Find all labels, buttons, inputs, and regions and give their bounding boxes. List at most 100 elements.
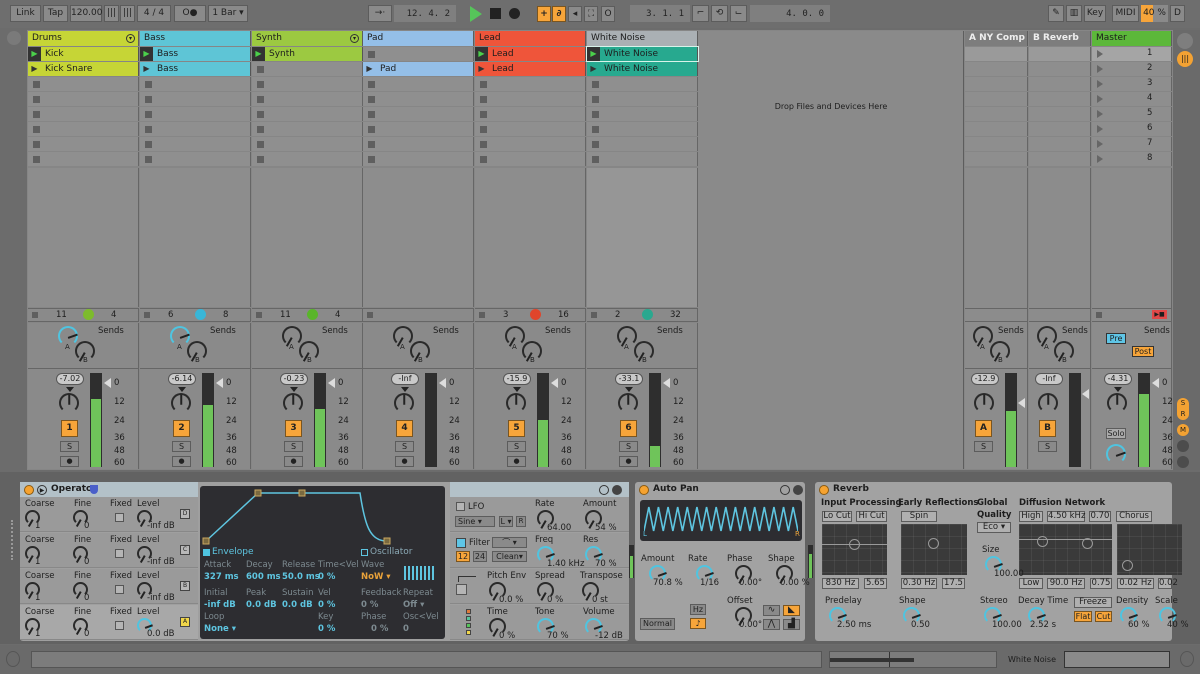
pitch-env-toggle[interactable]	[456, 584, 467, 595]
clip-stop-button[interactable]	[33, 111, 40, 118]
loop-length-field[interactable]: 4. 0. 0	[750, 5, 830, 22]
envelope-param-value[interactable]: 327 ms	[204, 572, 239, 582]
display-handle[interactable]	[1037, 536, 1048, 547]
track-fold-icon[interactable]: ▾	[350, 34, 359, 43]
clip-stop-button[interactable]	[33, 96, 40, 103]
clip-slot[interactable]	[252, 152, 363, 166]
cue-volume-knob[interactable]	[1106, 444, 1126, 464]
lfo-dest-dropdown[interactable]: L ▾	[499, 516, 513, 527]
clip-stop-button[interactable]	[145, 111, 152, 118]
track-stop-button[interactable]	[591, 312, 597, 318]
clip-stop-button[interactable]	[145, 81, 152, 88]
hz-button[interactable]: Hz	[690, 604, 706, 615]
clip-slot[interactable]	[363, 122, 474, 136]
clip-slot[interactable]	[587, 137, 698, 151]
follow-icon[interactable]: →·	[368, 5, 392, 22]
low-freq-field[interactable]: 90.0 Hz	[1047, 578, 1085, 589]
clip-slot[interactable]	[28, 107, 139, 121]
chorus-button[interactable]: Chorus	[1116, 511, 1152, 522]
scene-launch-button[interactable]: 1	[1092, 47, 1172, 61]
lo-cut-button[interactable]: Lo Cut	[822, 511, 852, 522]
clip-slot[interactable]	[475, 122, 586, 136]
metronome-button[interactable]: O●	[174, 5, 206, 22]
clip-stop-button[interactable]	[592, 81, 599, 88]
envelope-param-value[interactable]: None ▾	[204, 624, 236, 634]
arm-button[interactable]: ●	[172, 456, 191, 467]
clip-stop-button[interactable]	[257, 141, 264, 148]
clip-slot[interactable]	[587, 152, 698, 166]
high-freq-field[interactable]: 4.50 kHz	[1047, 511, 1085, 522]
track-header[interactable]: Bass	[140, 31, 251, 46]
oscillator-select-button[interactable]: C	[180, 545, 190, 555]
device-on-icon[interactable]	[819, 485, 829, 495]
clip-stop-button[interactable]	[480, 126, 487, 133]
clip-slot[interactable]	[475, 77, 586, 91]
device-on-icon[interactable]	[24, 485, 34, 495]
nudge-down-icon[interactable]: |||	[104, 5, 119, 22]
pan-knob[interactable]	[1038, 393, 1058, 413]
clip-stop-button[interactable]	[257, 111, 264, 118]
time-signature-field[interactable]: 4 / 4	[137, 5, 171, 22]
device-save-icon[interactable]	[793, 485, 803, 495]
clip-stop-button[interactable]	[368, 81, 375, 88]
oscillator-select-button[interactable]: B	[180, 581, 190, 591]
clip-slot[interactable]	[475, 107, 586, 121]
clip-stop-button[interactable]	[368, 96, 375, 103]
loop-icon[interactable]: ⟲	[711, 5, 728, 22]
envelope-tab-icon[interactable]	[203, 549, 210, 556]
fixed-checkbox[interactable]	[115, 585, 124, 594]
envelope-breakpoint[interactable]	[384, 538, 390, 544]
input-freq-field[interactable]: 830 Hz	[822, 578, 859, 589]
envelope-tab[interactable]: Envelope	[212, 547, 254, 557]
low-value-field[interactable]: 0.75	[1090, 578, 1112, 589]
track-activator-button[interactable]: B	[1039, 420, 1056, 437]
pan-knob[interactable]	[59, 393, 79, 413]
solo-button[interactable]: S	[284, 441, 303, 452]
track-stop-button[interactable]	[256, 312, 262, 318]
overdub-icon[interactable]: +	[537, 6, 551, 22]
device-save-icon[interactable]	[612, 485, 622, 495]
solo-mix-toggle-icon[interactable]: SR	[1177, 398, 1189, 420]
arm-button[interactable]: ●	[395, 456, 414, 467]
track-activator-button[interactable]: A	[975, 420, 992, 437]
envelope-breakpoint[interactable]	[299, 490, 305, 496]
lfo-retrigger-button[interactable]: R	[516, 516, 526, 527]
volume-field[interactable]: -Inf	[1035, 373, 1063, 385]
clip-slot[interactable]	[252, 62, 363, 76]
track-activator-button[interactable]: 6	[620, 420, 637, 437]
clip-slot[interactable]	[587, 122, 698, 136]
clip[interactable]: ▶Bass	[140, 62, 251, 76]
envelope-breakpoint[interactable]	[203, 538, 209, 544]
display-handle[interactable]	[928, 538, 939, 549]
track-stop-button[interactable]	[32, 312, 38, 318]
clip[interactable]: ▶Lead	[475, 47, 586, 61]
volume-field[interactable]: -15.9	[503, 373, 531, 385]
punch-out-icon[interactable]: ⌙	[730, 5, 747, 22]
track-stop-button[interactable]	[144, 312, 150, 318]
clip-slot[interactable]	[475, 92, 586, 106]
clip-slot[interactable]	[140, 77, 251, 91]
clip-stop-button[interactable]	[145, 156, 152, 163]
clip-stop-button[interactable]	[592, 96, 599, 103]
oscillator-tab[interactable]: Oscillator	[370, 547, 412, 557]
record-icon[interactable]	[509, 8, 520, 19]
mini-timeline[interactable]	[829, 651, 997, 668]
track-activator-button[interactable]: 2	[173, 420, 190, 437]
clip[interactable]: ▶White Noise	[587, 62, 698, 76]
lfo-toggle[interactable]	[456, 502, 465, 511]
pre-button[interactable]: Pre	[1106, 333, 1126, 344]
clip-stop-button[interactable]	[480, 96, 487, 103]
clip-slot[interactable]	[363, 137, 474, 151]
clip-slot[interactable]	[363, 107, 474, 121]
oscillator-param-value[interactable]: 0	[403, 624, 409, 634]
clip-launch-button[interactable]: ▶	[28, 62, 41, 76]
volume-fader-handle[interactable]	[439, 378, 446, 388]
volume-field[interactable]: -4.31	[1104, 373, 1132, 385]
random-shape-button[interactable]: ▟	[783, 619, 800, 630]
filter-type-dropdown[interactable]: ⌒ ▾	[492, 537, 527, 548]
clip-slot[interactable]	[363, 152, 474, 166]
track-header[interactable]: Lead	[475, 31, 586, 46]
solo-button[interactable]: S	[1038, 441, 1057, 452]
clip-slot[interactable]	[363, 92, 474, 106]
scene-launch-button[interactable]: 2	[1092, 62, 1172, 76]
